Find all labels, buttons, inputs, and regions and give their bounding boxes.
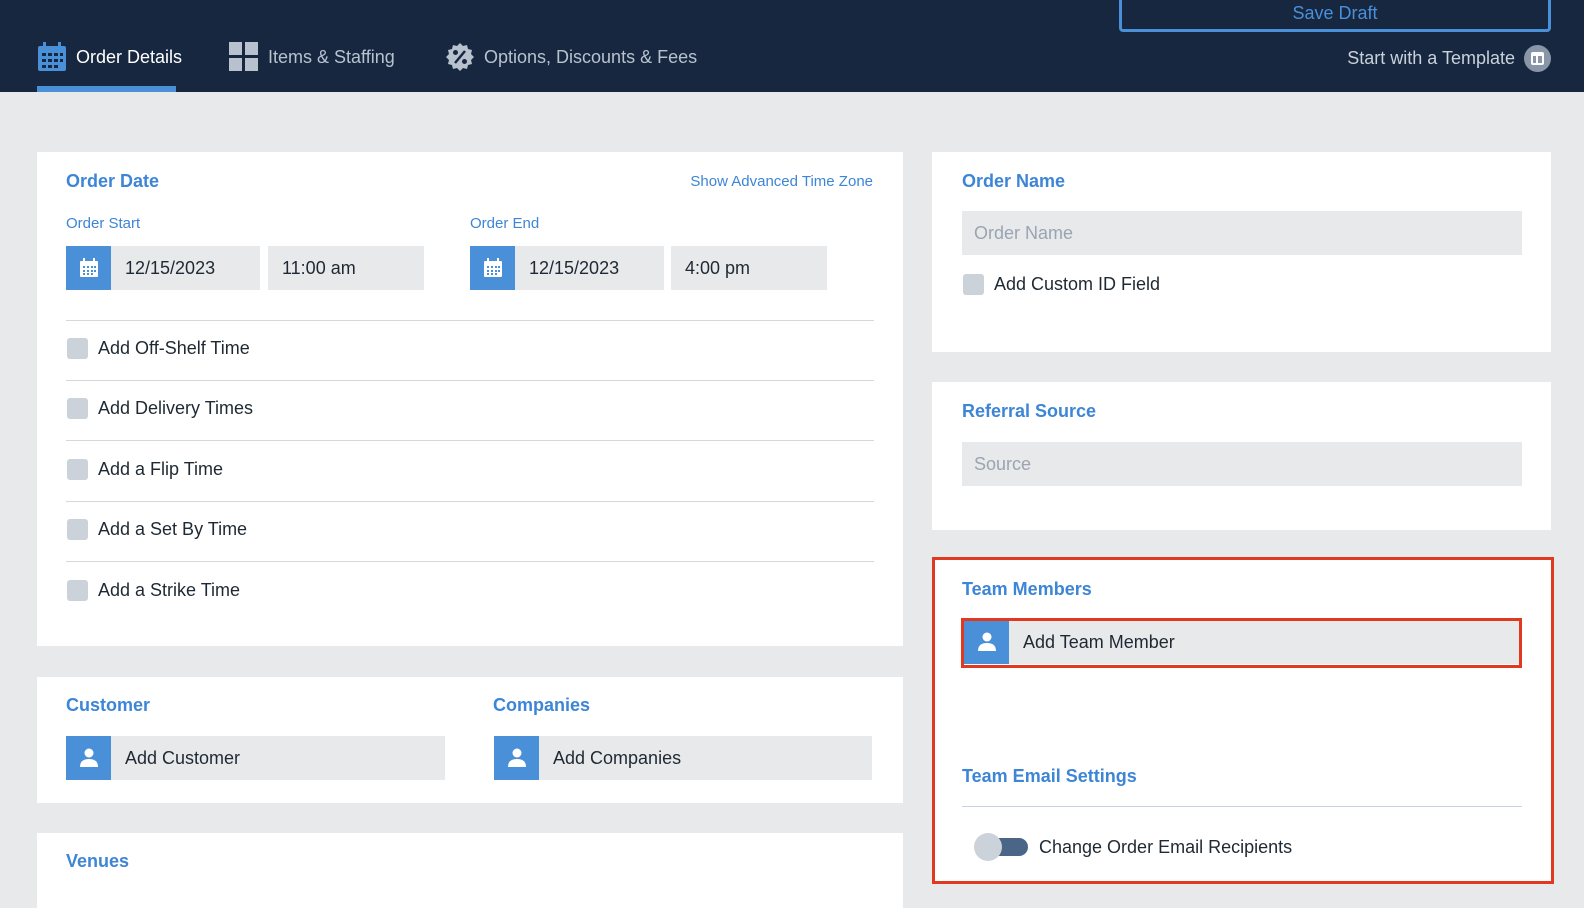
order-name-title: Order Name (962, 171, 1066, 191)
top-navigation-bar: Order Details Items & Staffing Options, … (0, 0, 1584, 92)
customer-companies-card: Customer Add Customer Companies Add Comp… (37, 677, 903, 803)
calendar-icon (38, 42, 66, 71)
start-date-picker-button[interactable] (66, 246, 111, 290)
template-icon (1524, 45, 1551, 72)
checkbox[interactable] (67, 338, 88, 359)
option-delivery-times[interactable]: Add Delivery Times (67, 398, 253, 419)
order-date-card: Order Date Show Advanced Time Zone Order… (37, 152, 903, 646)
add-companies-button[interactable]: Add Companies (539, 736, 872, 780)
customer-title: Customer (66, 695, 151, 715)
discount-badge-icon (446, 43, 474, 71)
team-section-highlight (932, 557, 1554, 884)
order-end-date-input[interactable]: 12/15/2023 (515, 246, 664, 290)
grid-icon (229, 42, 258, 71)
calendar-icon (483, 258, 502, 277)
active-tab-indicator (37, 86, 176, 92)
referral-source-title: Referral Source (962, 401, 1097, 421)
venues-title: Venues (66, 851, 130, 871)
tab-order-details[interactable]: Order Details (37, 40, 182, 92)
option-set-by-time[interactable]: Add a Set By Time (67, 519, 247, 540)
divider (66, 380, 874, 381)
tab-label: Order Details (76, 47, 183, 67)
checkbox[interactable] (67, 398, 88, 419)
venues-card: Venues (37, 833, 903, 908)
referral-source-card: Referral Source Source (932, 382, 1551, 530)
add-custom-id-option[interactable]: Add Custom ID Field (963, 274, 1160, 295)
checkbox[interactable] (963, 274, 984, 295)
order-end-time-input[interactable]: 4:00 pm (671, 246, 827, 290)
divider (66, 440, 874, 441)
divider (66, 561, 874, 562)
checkbox[interactable] (67, 580, 88, 601)
option-label: Add Custom ID Field (994, 274, 1161, 294)
order-start-label: Order Start (66, 215, 141, 232)
option-label: Add Off-Shelf Time (98, 338, 250, 358)
checkbox[interactable] (67, 519, 88, 540)
tab-options-discounts-fees[interactable]: Options, Discounts & Fees (445, 40, 697, 92)
person-icon (507, 748, 526, 767)
order-start-date-input[interactable]: 12/15/2023 (111, 246, 260, 290)
divider (66, 320, 874, 321)
option-label: Add a Set By Time (98, 519, 248, 539)
companies-avatar-button[interactable] (494, 736, 539, 780)
option-label: Add a Strike Time (98, 580, 241, 600)
referral-source-input[interactable]: Source (962, 442, 1522, 486)
start-with-template-link[interactable]: Start with a Template (1347, 45, 1551, 72)
option-label: Add a Flip Time (98, 459, 224, 479)
order-date-title: Order Date (66, 171, 160, 191)
option-flip-time[interactable]: Add a Flip Time (67, 459, 223, 480)
add-customer-button[interactable]: Add Customer (111, 736, 445, 780)
option-off-shelf-time[interactable]: Add Off-Shelf Time (67, 338, 250, 359)
order-name-input[interactable]: Order Name (962, 211, 1522, 255)
add-team-member-highlight (961, 618, 1522, 668)
person-icon (79, 748, 98, 767)
customer-avatar-button[interactable] (66, 736, 111, 780)
template-link-label: Start with a Template (1347, 48, 1515, 68)
option-label: Add Delivery Times (98, 398, 254, 418)
end-date-picker-button[interactable] (470, 246, 515, 290)
show-advanced-time-zone-link[interactable]: Show Advanced Time Zone (690, 173, 873, 190)
option-strike-time[interactable]: Add a Strike Time (67, 580, 240, 601)
calendar-icon (79, 258, 98, 277)
order-end-label: Order End (470, 215, 540, 232)
checkbox[interactable] (67, 459, 88, 480)
order-start-time-input[interactable]: 11:00 am (268, 246, 424, 290)
tab-label: Items & Staffing (268, 47, 395, 67)
divider (66, 501, 874, 502)
tab-label: Options, Discounts & Fees (484, 47, 698, 67)
save-draft-button[interactable]: Save Draft (1119, 0, 1551, 32)
companies-title: Companies (493, 695, 591, 715)
tab-items-staffing[interactable]: Items & Staffing (229, 40, 395, 92)
order-name-card: Order Name Order Name Add Custom ID Fiel… (932, 152, 1551, 352)
